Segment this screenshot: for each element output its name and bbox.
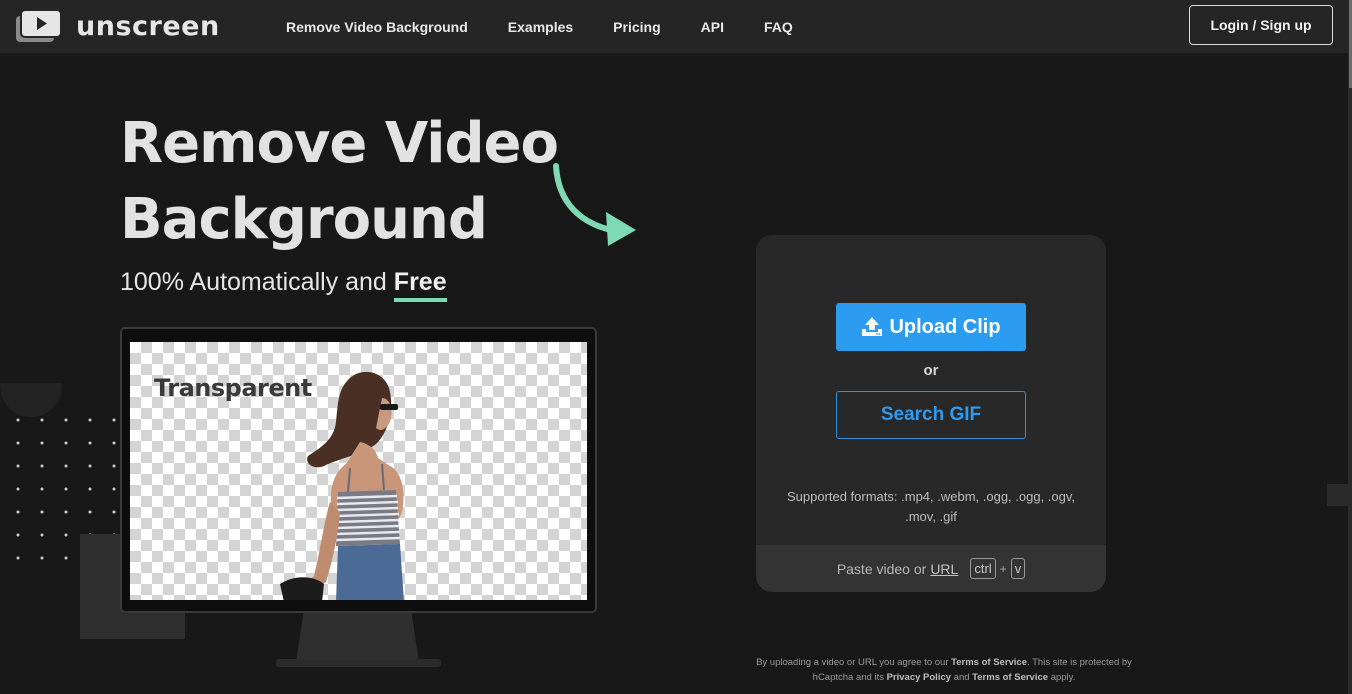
decorative-dot — [112, 487, 116, 491]
decorative-dot — [64, 464, 68, 468]
decorative-dot — [16, 418, 20, 422]
or-divider-text: or — [923, 362, 939, 379]
decorative-dot — [16, 487, 20, 491]
decorative-dot — [64, 510, 68, 514]
supported-formats-line2: .mov, .gif — [905, 509, 957, 524]
hero-subtitle-highlight: Free — [393, 268, 447, 302]
decorative-dot — [64, 418, 68, 422]
decorative-dot — [88, 487, 92, 491]
nav-faq[interactable]: FAQ — [764, 19, 793, 35]
decorative-dot — [16, 556, 20, 560]
hero-title-line2: Background — [120, 187, 488, 252]
decorative-dot — [40, 464, 44, 468]
paste-url-link[interactable]: URL — [930, 561, 958, 577]
decorative-dot — [40, 510, 44, 514]
decorative-dot — [112, 510, 116, 514]
search-gif-button[interactable]: Search GIF — [836, 391, 1026, 439]
decorative-dot — [16, 441, 20, 445]
curved-arrow-icon — [553, 163, 636, 246]
terms-notice: By uploading a video or URL you agree to… — [746, 655, 1142, 685]
decorative-dot — [40, 556, 44, 560]
hero-subtitle: 100% Automatically and Free — [120, 268, 447, 302]
monitor-stand — [296, 613, 419, 663]
hero-subtitle-prefix: 100% Automatically and — [120, 268, 387, 296]
ctrl-key-hint: ctrl — [970, 558, 996, 579]
nav-remove-video-background[interactable]: Remove Video Background — [286, 19, 468, 35]
decorative-dot — [88, 510, 92, 514]
decorative-dot — [40, 533, 44, 537]
hero-title-line1: Remove Video — [120, 111, 559, 176]
decorative-semicircle — [0, 383, 62, 417]
brand-logo[interactable]: unscreen — [16, 9, 220, 42]
person-cutout-image — [280, 371, 404, 600]
decorative-dot — [40, 441, 44, 445]
hero-title: Remove Video Background — [120, 106, 559, 258]
terms-of-service-link-2[interactable]: Terms of Service — [972, 672, 1048, 683]
brand-name: unscreen — [76, 10, 220, 42]
decorative-dot — [40, 418, 44, 422]
terms-text-1: By uploading a video or URL you agree to… — [756, 657, 949, 668]
login-signup-button[interactable]: Login / Sign up — [1189, 5, 1333, 45]
supported-formats-line1: Supported formats: .mp4, .webm, .ogg, .o… — [786, 489, 1076, 504]
nav-api[interactable]: API — [701, 19, 724, 35]
decorative-dot — [88, 418, 92, 422]
top-navbar: unscreen Remove Video Background Example… — [0, 0, 1348, 53]
decorative-dot — [64, 556, 68, 560]
monitor-base — [276, 659, 441, 667]
decorative-dot — [112, 418, 116, 422]
nav-examples[interactable]: Examples — [508, 19, 573, 35]
decorative-dot — [88, 441, 92, 445]
upload-clip-button[interactable]: Upload Clip — [836, 303, 1026, 351]
decorative-dot — [64, 441, 68, 445]
decorative-dot — [112, 441, 116, 445]
paste-prefix-text: Paste video or — [836, 560, 927, 577]
terms-text-4: apply. — [1050, 672, 1076, 683]
decorative-dot — [16, 464, 20, 468]
upload-clip-label: Upload Clip — [889, 315, 1001, 338]
decorative-dot — [64, 487, 68, 491]
upload-card: Upload Clip or Search GIF Supported form… — [756, 235, 1106, 592]
terms-text-3: and — [953, 672, 970, 683]
decorative-dot — [16, 510, 20, 514]
decorative-dot — [40, 487, 44, 491]
upload-icon — [862, 317, 883, 336]
paste-video-bar: Paste video or URL ctrl + v — [756, 545, 1106, 592]
decorative-dot — [64, 533, 68, 537]
page-scrollbar[interactable] — [1348, 0, 1352, 694]
privacy-policy-link[interactable]: Privacy Policy — [887, 672, 951, 683]
demo-monitor: Transparent — [120, 327, 597, 613]
transparent-preview: Transparent — [130, 342, 587, 600]
nav-pricing[interactable]: Pricing — [613, 19, 660, 35]
decorative-dot — [112, 464, 116, 468]
terms-of-service-link[interactable]: Terms of Service — [951, 657, 1027, 668]
nav-links: Remove Video Background Examples Pricing… — [286, 0, 833, 53]
video-play-icon — [16, 9, 62, 42]
key-plus: + — [999, 561, 1007, 576]
v-key-hint: v — [1010, 558, 1026, 579]
decorative-dot — [88, 464, 92, 468]
supported-formats: Supported formats: .mp4, .webm, .ogg, .o… — [780, 487, 1082, 527]
decorative-block — [1327, 484, 1348, 506]
decorative-dot — [16, 533, 20, 537]
